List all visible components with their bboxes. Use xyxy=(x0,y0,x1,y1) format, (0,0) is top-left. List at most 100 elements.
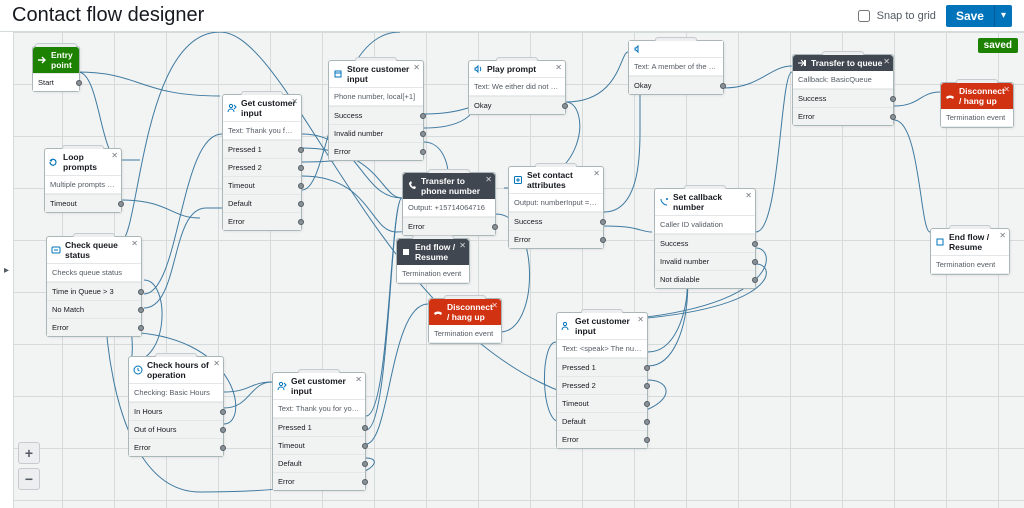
node-disconnect-1[interactable]: Disconnect / hang up ✕ Termination event xyxy=(428,298,502,344)
node-header[interactable]: Check queue status ✕ xyxy=(47,237,141,264)
branch[interactable]: Success xyxy=(329,106,423,124)
zoom-out-button[interactable]: − xyxy=(18,468,40,490)
close-icon[interactable]: ✕ xyxy=(291,97,298,106)
branch[interactable]: Timeout xyxy=(273,436,365,454)
branch[interactable]: Default xyxy=(557,412,647,430)
branch[interactable]: Timeout xyxy=(45,194,121,212)
save-button[interactable]: Save xyxy=(946,5,994,27)
branch[interactable]: Invalid number xyxy=(329,124,423,142)
node-header[interactable]: End flow / Resume ✕ xyxy=(397,239,469,265)
node-play-prompt-1[interactable]: Play prompt ✕ Text: We either did not ge… xyxy=(468,60,566,115)
node-header[interactable]: Entry point xyxy=(33,47,79,73)
node-header[interactable]: Get customer input ✕ xyxy=(273,373,365,400)
node-header[interactable]: Disconnect / hang up ✕ xyxy=(941,83,1013,109)
branch[interactable]: Error xyxy=(223,212,301,230)
branch[interactable]: Error xyxy=(509,230,603,248)
node-set-contact-attributes[interactable]: Set contact attributes ✕ Output: numberI… xyxy=(508,166,604,249)
branch[interactable]: Error xyxy=(129,438,223,456)
node-end-flow-1[interactable]: End flow / Resume ✕ Termination event xyxy=(396,238,470,284)
close-icon[interactable]: ✕ xyxy=(355,375,362,384)
close-icon[interactable]: ✕ xyxy=(213,359,220,368)
node-loop-prompts[interactable]: Loop prompts ✕ Multiple prompts (3) Time… xyxy=(44,148,122,213)
branch[interactable]: Invalid number xyxy=(655,252,755,270)
node-store-customer-input[interactable]: Store customer input ✕ Phone number, loc… xyxy=(328,60,424,161)
close-icon[interactable]: ✕ xyxy=(883,57,890,66)
branch[interactable]: Pressed 1 xyxy=(557,358,647,376)
snap-to-grid-toggle[interactable]: Snap to grid xyxy=(854,7,936,25)
branch[interactable]: Timeout xyxy=(223,176,301,194)
close-icon[interactable]: ✕ xyxy=(999,231,1006,240)
close-icon[interactable]: ✕ xyxy=(459,241,466,250)
branch[interactable]: Pressed 1 xyxy=(273,418,365,436)
node-subtitle: Checks queue status xyxy=(47,264,141,282)
branch[interactable]: Error xyxy=(557,430,647,448)
sidebar-expand-handle[interactable]: ▸ xyxy=(0,32,14,508)
node-title: Disconnect / hang up xyxy=(447,302,497,322)
node-header[interactable]: . xyxy=(629,41,723,58)
zoom-in-button[interactable]: + xyxy=(18,442,40,464)
close-icon[interactable]: ✕ xyxy=(637,315,644,324)
branch[interactable]: Error xyxy=(47,318,141,336)
node-end-flow-2[interactable]: End flow / Resume ✕ Termination event xyxy=(930,228,1010,275)
close-icon[interactable]: ✕ xyxy=(131,239,138,248)
node-get-customer-input-1[interactable]: Get customer input ✕ Text: Thank you for… xyxy=(222,94,302,231)
canvas[interactable]: saved xyxy=(0,32,1024,508)
node-header[interactable]: Get customer input ✕ xyxy=(223,95,301,122)
branch[interactable]: Default xyxy=(223,194,301,212)
node-check-hours-of-operation[interactable]: Check hours of operation ✕ Checking: Bas… xyxy=(128,356,224,457)
node-header[interactable]: Set contact attributes ✕ xyxy=(509,167,603,194)
node-header[interactable]: Get customer input ✕ xyxy=(557,313,647,340)
node-get-customer-input-2[interactable]: Get customer input ✕ Text: <speak> The n… xyxy=(556,312,648,449)
branch[interactable]: Not dialable xyxy=(655,270,755,288)
close-icon[interactable]: ✕ xyxy=(1003,85,1010,94)
node-header[interactable]: End flow / Resume ✕ xyxy=(931,229,1009,256)
close-icon[interactable]: ✕ xyxy=(413,63,420,72)
branch[interactable]: No Match xyxy=(47,300,141,318)
entry-icon xyxy=(37,55,47,65)
node-transfer-to-phone-number[interactable]: Transfer to phone number ✕ Output: +1571… xyxy=(402,172,496,236)
branch[interactable]: In Hours xyxy=(129,402,223,420)
node-disconnect-2[interactable]: Disconnect / hang up ✕ Termination event xyxy=(940,82,1014,128)
close-icon[interactable]: ✕ xyxy=(555,63,562,72)
save-dropdown-button[interactable] xyxy=(994,5,1012,27)
close-icon[interactable]: ✕ xyxy=(111,151,118,160)
close-icon[interactable]: ✕ xyxy=(745,191,752,200)
node-header[interactable]: Disconnect / hang up ✕ xyxy=(429,299,501,325)
branch[interactable]: Success xyxy=(509,212,603,230)
node-header[interactable]: Set callback number ✕ xyxy=(655,189,755,216)
branch[interactable]: Okay xyxy=(629,76,723,94)
node-header[interactable]: Check hours of operation ✕ xyxy=(129,357,223,384)
branch[interactable]: Success xyxy=(793,89,893,107)
branch[interactable]: Success xyxy=(655,234,755,252)
node-entry-point[interactable]: Entry point Start xyxy=(32,46,80,92)
close-icon[interactable]: ✕ xyxy=(485,175,492,184)
branch[interactable]: Pressed 2 xyxy=(557,376,647,394)
close-icon[interactable]: ✕ xyxy=(491,301,498,310)
node-header[interactable]: Transfer to queue ✕ xyxy=(793,55,893,71)
node-play-prompt-top[interactable]: . Text: A member of the Das… Okay xyxy=(628,40,724,95)
node-transfer-to-queue[interactable]: Transfer to queue ✕ Callback: BasicQueue… xyxy=(792,54,894,126)
branch[interactable]: Error xyxy=(793,107,893,125)
branch[interactable]: Okay xyxy=(469,96,565,114)
branch[interactable]: Time in Queue > 3 xyxy=(47,282,141,300)
node-set-callback-number[interactable]: Set callback number ✕ Caller ID validati… xyxy=(654,188,756,289)
node-check-queue-status[interactable]: Check queue status ✕ Checks queue status… xyxy=(46,236,142,337)
snap-checkbox[interactable] xyxy=(858,10,870,22)
node-title: Set contact attributes xyxy=(527,170,599,190)
close-icon[interactable]: ✕ xyxy=(593,169,600,178)
branch[interactable]: Error xyxy=(273,472,365,490)
node-header[interactable]: Loop prompts ✕ xyxy=(45,149,121,176)
node-get-customer-input-3[interactable]: Get customer input ✕ Text: Thank you for… xyxy=(272,372,366,491)
node-title: Store customer input xyxy=(347,64,419,84)
branch[interactable]: Default xyxy=(273,454,365,472)
branch[interactable]: Pressed 1 xyxy=(223,140,301,158)
branch[interactable]: Error xyxy=(403,217,495,235)
branch[interactable]: Pressed 2 xyxy=(223,158,301,176)
branch[interactable]: Error xyxy=(329,142,423,160)
node-header[interactable]: Store customer input ✕ xyxy=(329,61,423,88)
node-header[interactable]: Play prompt ✕ xyxy=(469,61,565,78)
node-header[interactable]: Transfer to phone number ✕ xyxy=(403,173,495,199)
branch[interactable]: Out of Hours xyxy=(129,420,223,438)
branch[interactable]: Start xyxy=(33,73,79,91)
branch[interactable]: Timeout xyxy=(557,394,647,412)
